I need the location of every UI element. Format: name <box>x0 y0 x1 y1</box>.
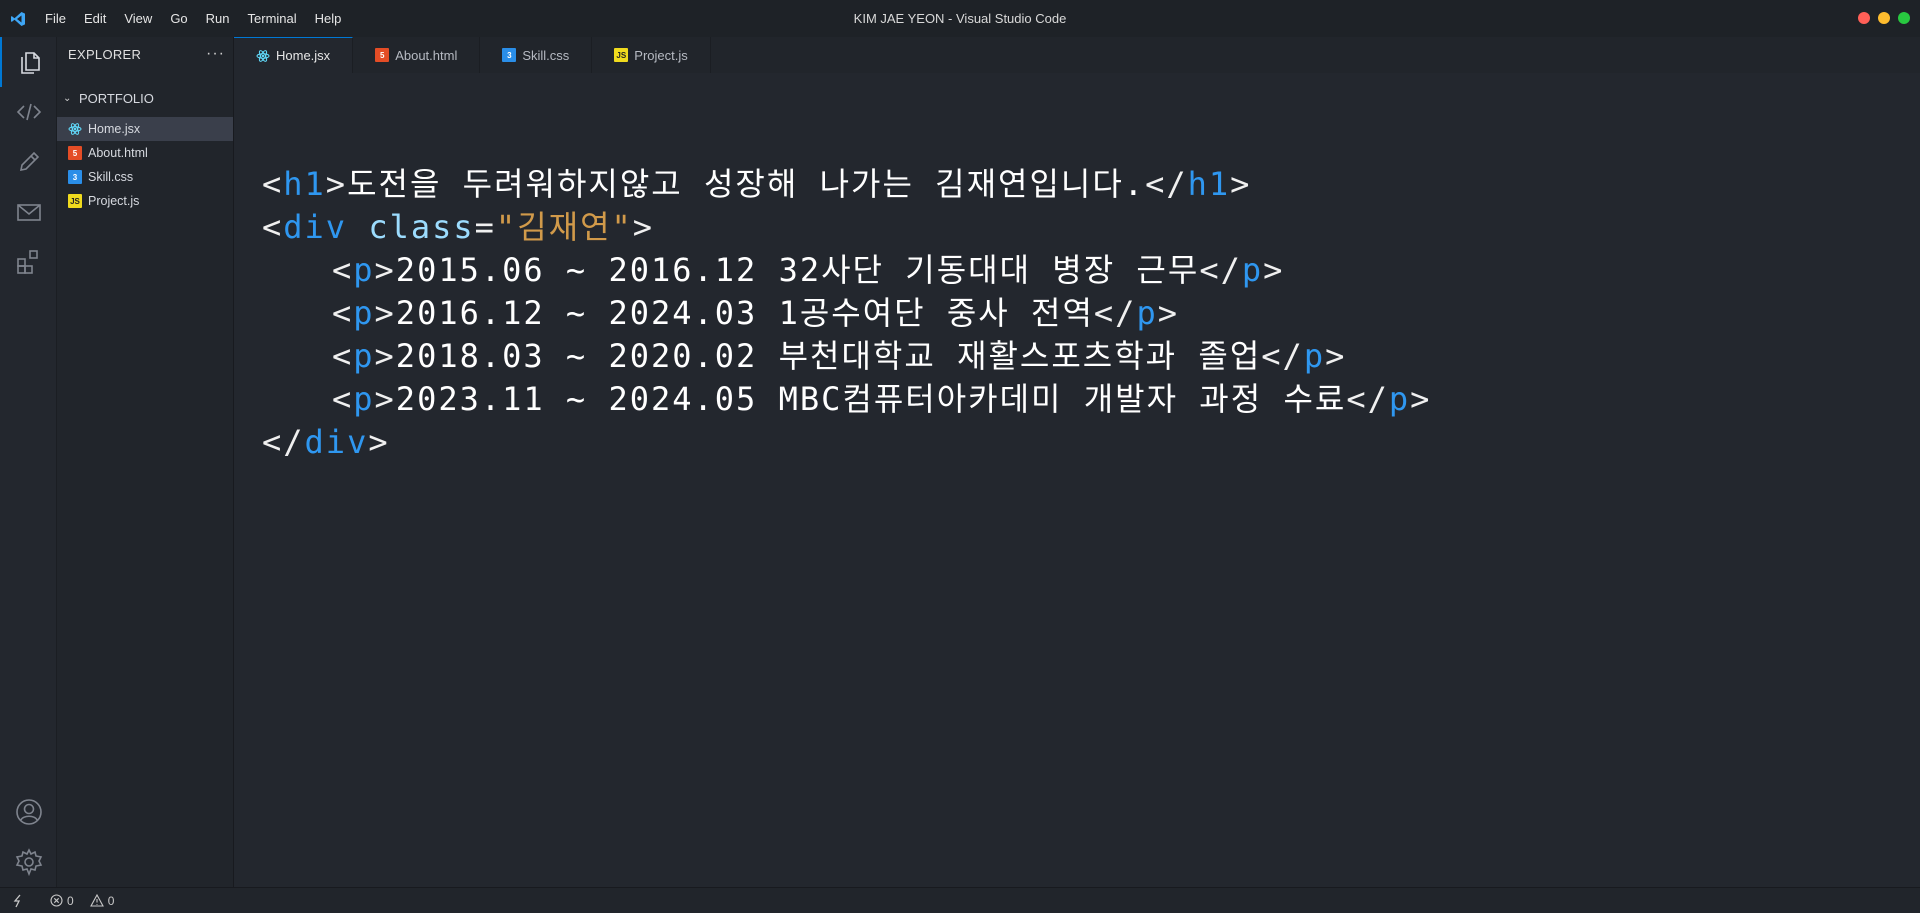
tab-label: Project.js <box>634 47 688 63</box>
file-list: Home.jsx 5 About.html 3 Skill.css JS Pro… <box>57 117 233 213</box>
html5-icon: 5 <box>68 146 82 160</box>
h1-text: 도전을 두려워하지않고 성장해 나가는 김재연입니다. <box>347 165 1146 203</box>
problems-warnings[interactable]: 0 <box>82 894 123 908</box>
menu-help[interactable]: Help <box>306 0 351 37</box>
status-bar: 0 0 <box>0 887 1920 913</box>
pencil-icon <box>19 151 39 172</box>
menu-view[interactable]: View <box>115 0 161 37</box>
warning-count: 0 <box>107 893 115 908</box>
error-count: 0 <box>67 893 74 908</box>
code-line-div-open: <div class="김재연"> <box>262 208 655 246</box>
gear-icon <box>15 848 42 877</box>
menu-edit[interactable]: Edit <box>75 0 115 37</box>
activity-bar <box>0 37 57 887</box>
css3-icon: 3 <box>68 170 82 184</box>
file-name: Skill.css <box>88 170 134 184</box>
tab-label: Skill.css <box>522 47 570 63</box>
menu-go[interactable]: Go <box>161 0 196 37</box>
code-line-p: <p>2015.06 ~ 2016.12 32사단 기동대대 병장 근무</p> <box>332 251 1285 289</box>
file-item-about-html[interactable]: 5 About.html <box>57 141 233 165</box>
tab-about-html[interactable]: 5 About.html <box>353 37 481 73</box>
div-class-value: 김재연 <box>517 208 612 246</box>
file-item-skill-css[interactable]: 3 Skill.css <box>57 165 233 189</box>
html5-icon: 5 <box>375 48 390 62</box>
menu-bar: File Edit View Go Run Terminal Help <box>36 0 350 37</box>
remote-indicator[interactable] <box>0 894 32 908</box>
code-line-h1: <h1>도전을 두려워하지않고 성장해 나가는 김재연입니다.</h1> <box>262 165 1252 203</box>
css3-icon: 3 <box>502 48 517 62</box>
warning-icon <box>89 894 104 907</box>
remote-icon <box>13 894 21 907</box>
code-icon <box>16 103 41 121</box>
paragraph-text: 2018.03 ~ 2020.02 부천대학교 재활스포츠학과 졸업 <box>395 337 1262 375</box>
edit-activity-button[interactable] <box>0 137 57 187</box>
tab-label: About.html <box>395 47 458 63</box>
extensions-icon <box>16 250 38 274</box>
mail-activity-button[interactable] <box>0 187 57 237</box>
code-line-div-close: </div> <box>262 423 390 461</box>
code-editor[interactable]: <h1>도전을 두려워하지않고 성장해 나가는 김재연입니다.</h1> <di… <box>234 73 1920 887</box>
javascript-icon: JS <box>68 194 82 208</box>
javascript-icon: JS <box>614 48 629 62</box>
file-name: Home.jsx <box>88 122 141 136</box>
explorer-header: EXPLORER ··· <box>57 37 233 71</box>
paragraph-text: 2015.06 ~ 2016.12 32사단 기동대대 병장 근무 <box>395 251 1200 289</box>
tab-label: Home.jsx <box>276 48 331 63</box>
editor-tabs: Home.jsx 5 About.html 3 Skill.css JS Pro… <box>234 37 1920 73</box>
menu-terminal[interactable]: Terminal <box>239 0 306 37</box>
file-item-project-js[interactable]: JS Project.js <box>57 189 233 213</box>
more-actions-icon[interactable]: ··· <box>206 45 225 63</box>
file-name: About.html <box>88 146 148 160</box>
menu-file[interactable]: File <box>36 0 75 37</box>
code-content: <h1>도전을 두려워하지않고 성장해 나가는 김재연입니다.</h1> <di… <box>262 163 1431 464</box>
extensions-activity-button[interactable] <box>0 237 57 287</box>
folder-portfolio[interactable]: ⌄ PORTFOLIO <box>57 85 233 111</box>
code-line-p: <p>2016.12 ~ 2024.03 1공수여단 중사 전역</p> <box>332 294 1179 332</box>
paragraph-text: 2023.11 ~ 2024.05 MBC컴퓨터아카데미 개발자 과정 수료 <box>395 380 1347 418</box>
mail-icon <box>16 204 41 221</box>
vscode-logo-icon <box>0 0 36 37</box>
account-icon <box>15 799 42 825</box>
folder-name: PORTFOLIO <box>79 90 154 106</box>
title-bar: File Edit View Go Run Terminal Help KIM … <box>0 0 1920 37</box>
tab-project-js[interactable]: JS Project.js <box>592 37 711 73</box>
chevron-down-icon: ⌄ <box>63 92 72 104</box>
explorer-title: EXPLORER <box>68 46 142 62</box>
react-icon <box>68 122 82 136</box>
window-controls <box>1858 12 1910 24</box>
problems-errors[interactable]: 0 <box>32 894 82 908</box>
tab-skill-css[interactable]: 3 Skill.css <box>480 37 593 73</box>
explorer-sidebar: EXPLORER ··· ⌄ PORTFOLIO Home.jsx 5 Abou… <box>57 37 234 887</box>
minimize-window-button[interactable] <box>1878 12 1890 24</box>
paragraph-text: 2016.12 ~ 2024.03 1공수여단 중사 전역 <box>395 294 1094 332</box>
code-activity-button[interactable] <box>0 87 57 137</box>
error-icon <box>50 894 63 907</box>
file-item-home-jsx[interactable]: Home.jsx <box>57 117 233 141</box>
code-line-p: <p>2023.11 ~ 2024.05 MBC컴퓨터아카데미 개발자 과정 수… <box>332 380 1432 418</box>
file-name: Project.js <box>88 194 140 208</box>
maximize-window-button[interactable] <box>1898 12 1910 24</box>
menu-run[interactable]: Run <box>197 0 239 37</box>
code-line-p: <p>2018.03 ~ 2020.02 부천대학교 재활스포츠학과 졸업</p… <box>332 337 1347 375</box>
react-icon <box>256 49 270 63</box>
close-window-button[interactable] <box>1858 12 1870 24</box>
settings-button[interactable] <box>0 837 57 887</box>
tab-home-jsx[interactable]: Home.jsx <box>234 37 354 73</box>
explorer-activity-button[interactable] <box>0 37 57 87</box>
files-icon <box>20 52 40 74</box>
account-button[interactable] <box>0 787 57 837</box>
